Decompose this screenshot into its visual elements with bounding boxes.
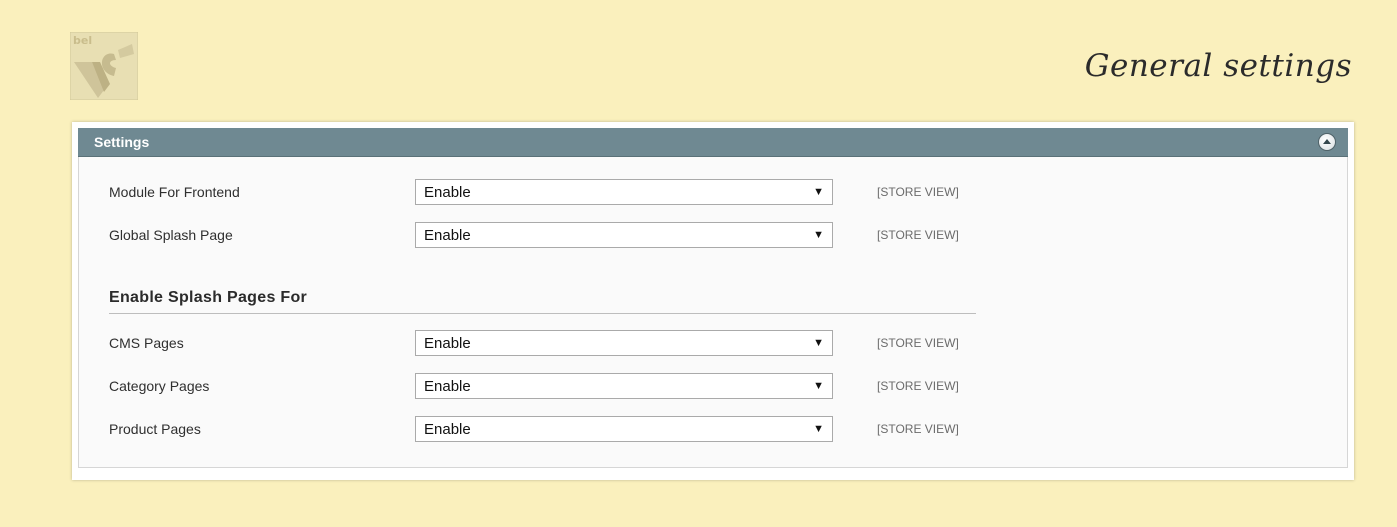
dropdown-arrow-icon: ▼ — [813, 229, 824, 241]
module-frontend-select[interactable]: Enable ▼ — [415, 179, 833, 205]
select-value: Enable — [424, 420, 471, 438]
setting-label: Global Splash Page — [109, 227, 233, 243]
dropdown-arrow-icon: ▼ — [813, 186, 824, 198]
page-title: General settings — [1084, 48, 1352, 84]
panel-header[interactable]: Settings — [78, 128, 1348, 157]
setting-row-cms-pages: CMS Pages Enable ▼ [STORE VIEW] — [109, 329, 959, 357]
scope-label: [STORE VIEW] — [877, 228, 959, 242]
setting-label: Module For Frontend — [109, 184, 240, 200]
dropdown-arrow-icon: ▼ — [813, 337, 824, 349]
collapse-up-icon[interactable] — [1318, 133, 1336, 151]
setting-label: Category Pages — [109, 378, 210, 394]
svg-text:bel: bel — [73, 34, 92, 47]
cms-pages-select[interactable]: Enable ▼ — [415, 330, 833, 356]
scope-label: [STORE VIEW] — [877, 185, 959, 199]
select-value: Enable — [424, 226, 471, 244]
setting-row-module-frontend: Module For Frontend Enable ▼ [STORE VIEW… — [109, 178, 959, 206]
select-value: Enable — [424, 334, 471, 352]
dropdown-arrow-icon: ▼ — [813, 423, 824, 435]
setting-label: Product Pages — [109, 421, 201, 437]
scope-label: [STORE VIEW] — [877, 422, 959, 436]
select-value: Enable — [424, 377, 471, 395]
panel-body: Module For Frontend Enable ▼ [STORE VIEW… — [78, 157, 1348, 468]
panel-title: Settings — [94, 134, 150, 150]
dropdown-arrow-icon: ▼ — [813, 380, 824, 392]
setting-label: CMS Pages — [109, 335, 184, 351]
setting-row-global-splash: Global Splash Page Enable ▼ [STORE VIEW] — [109, 221, 959, 249]
category-pages-select[interactable]: Enable ▼ — [415, 373, 833, 399]
setting-row-product-pages: Product Pages Enable ▼ [STORE VIEW] — [109, 415, 959, 443]
scope-label: [STORE VIEW] — [877, 379, 959, 393]
product-pages-select[interactable]: Enable ▼ — [415, 416, 833, 442]
scope-label: [STORE VIEW] — [877, 336, 959, 350]
global-splash-select[interactable]: Enable ▼ — [415, 222, 833, 248]
section-heading: Enable Splash Pages For — [109, 289, 976, 314]
settings-panel: Settings Module For Frontend Enable ▼ [S… — [72, 122, 1354, 480]
setting-row-category-pages: Category Pages Enable ▼ [STORE VIEW] — [109, 372, 959, 400]
brand-logo: bel — [69, 31, 139, 101]
select-value: Enable — [424, 183, 471, 201]
